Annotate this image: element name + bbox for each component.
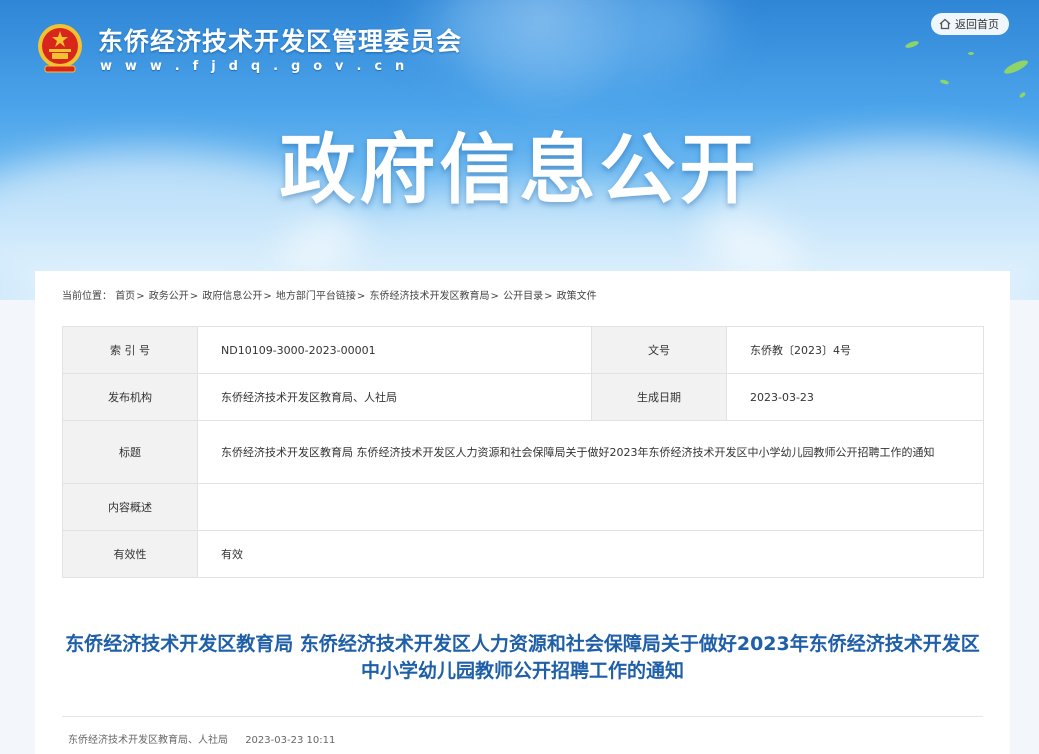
- summary-value: [197, 483, 984, 531]
- site-title: 东侨经济技术开发区管理委员会: [98, 27, 463, 56]
- home-button[interactable]: 返回首页: [931, 13, 1009, 35]
- leaf: [1018, 91, 1027, 99]
- divider: [62, 716, 983, 717]
- breadcrumb-item[interactable]: 政府信息公开: [202, 291, 262, 302]
- index-number-value: ND10109-3000-2023-00001: [197, 326, 592, 374]
- banner-title: 政府信息公开: [279, 125, 760, 214]
- leaf: [939, 78, 950, 86]
- creation-date-label: 生成日期: [591, 373, 727, 421]
- content-panel: 当前位置： 首页> 政务公开> 政府信息公开> 地方部门平台链接> 东侨经济技术…: [35, 271, 1010, 754]
- title-label: 标题: [62, 420, 198, 484]
- publisher-value: 东侨经济技术开发区教育局、人社局: [197, 373, 592, 421]
- article-title: 东侨经济技术开发区教育局 东侨经济技术开发区人力资源和社会保障局关于做好2023…: [65, 633, 980, 682]
- breadcrumb-item[interactable]: 公开目录: [503, 291, 543, 302]
- home-icon: [939, 18, 951, 30]
- index-number-label: 索 引 号: [62, 326, 198, 374]
- breadcrumb-prefix: 当前位置：: [62, 291, 112, 302]
- summary-label: 内容概述: [62, 483, 198, 531]
- publisher-label: 发布机构: [62, 373, 198, 421]
- leaf: [904, 39, 920, 50]
- table-row: 内容概述: [62, 483, 984, 531]
- creation-date-value: 2023-03-23: [726, 373, 984, 421]
- breadcrumb-item[interactable]: 东侨经济技术开发区教育局: [370, 291, 490, 302]
- document-number-value: 东侨教〔2023〕4号: [726, 326, 984, 374]
- breadcrumb: 当前位置： 首页> 政务公开> 政府信息公开> 地方部门平台链接> 东侨经济技术…: [62, 291, 597, 302]
- leaf: [968, 52, 974, 55]
- leaf: [1002, 57, 1030, 77]
- breadcrumb-item[interactable]: 政务公开: [149, 291, 189, 302]
- document-number-label: 文号: [591, 326, 727, 374]
- breadcrumb-item[interactable]: 政策文件: [557, 291, 597, 302]
- document-metadata-table: 索 引 号 ND10109-3000-2023-00001 文号 东侨教〔202…: [62, 326, 984, 578]
- title-value: 东侨经济技术开发区教育局 东侨经济技术开发区人力资源和社会保障局关于做好2023…: [197, 420, 984, 484]
- article-meta: 东侨经济技术开发区教育局、人社局 2023-03-23 10:11: [68, 731, 349, 746]
- article-source: 东侨经济技术开发区教育局、人社局: [68, 735, 228, 746]
- article-datetime: 2023-03-23 10:11: [245, 735, 336, 746]
- table-row: 标题 东侨经济技术开发区教育局 东侨经济技术开发区人力资源和社会保障局关于做好2…: [62, 420, 984, 484]
- table-row: 发布机构 东侨经济技术开发区教育局、人社局 生成日期 2023-03-23: [62, 373, 984, 421]
- validity-value: 有效: [197, 530, 984, 578]
- breadcrumb-item[interactable]: 地方部门平台链接: [276, 291, 356, 302]
- validity-label: 有效性: [62, 530, 198, 578]
- header-banner: 东侨经济技术开发区管理委员会 w w w . f j d q . g o v .…: [0, 0, 1039, 300]
- breadcrumb-item[interactable]: 首页: [115, 291, 135, 302]
- site-url: w w w . f j d q . g o v . c n: [100, 59, 409, 74]
- home-button-label: 返回首页: [955, 18, 999, 31]
- table-row: 有效性 有效: [62, 530, 984, 578]
- national-emblem-icon: [38, 24, 82, 73]
- table-row: 索 引 号 ND10109-3000-2023-00001 文号 东侨教〔202…: [62, 326, 984, 374]
